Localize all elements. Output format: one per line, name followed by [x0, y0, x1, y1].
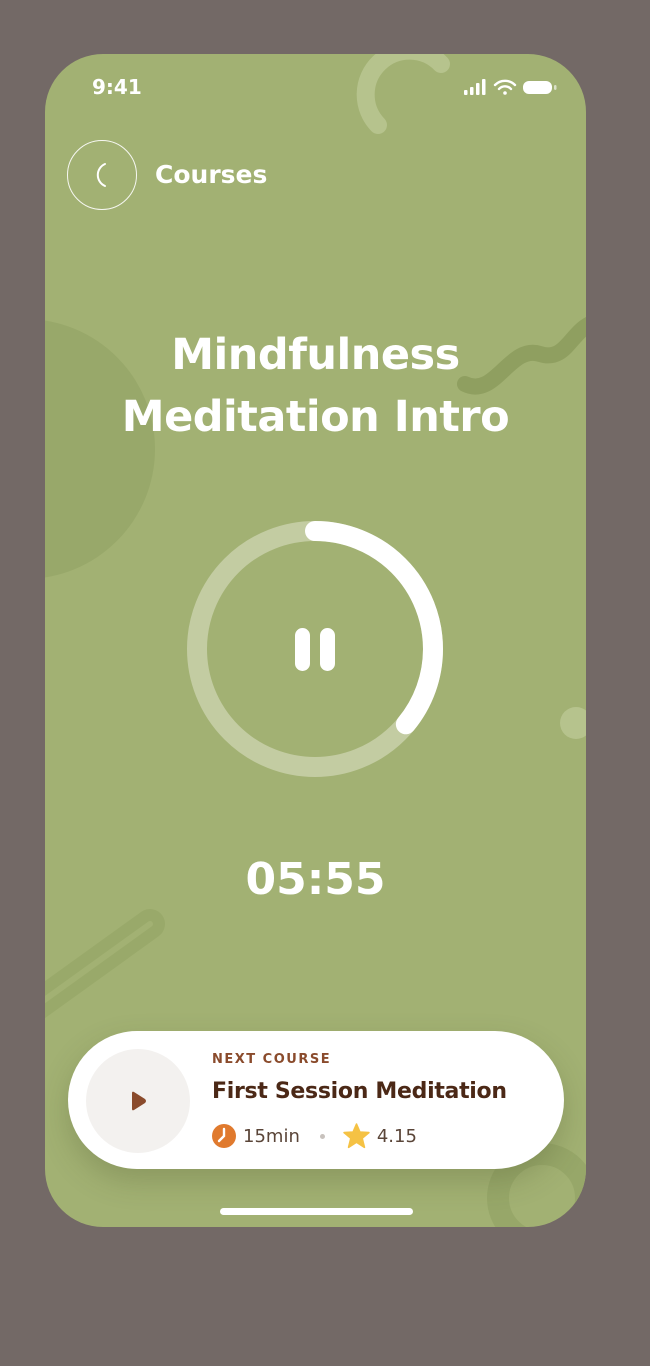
wifi-icon [493, 79, 517, 95]
home-indicator[interactable] [220, 1208, 413, 1215]
next-course-duration: 15min [243, 1125, 300, 1147]
next-course-play-button[interactable] [86, 1049, 190, 1153]
pause-icon [295, 627, 335, 671]
status-icons [464, 78, 564, 102]
cellular-signal-icon [464, 79, 486, 95]
back-label[interactable]: Courses [155, 160, 267, 189]
back-button[interactable] [67, 140, 137, 210]
next-course-rating: 4.15 [376, 1125, 417, 1147]
session-title-line1: Mindfulness [171, 330, 460, 380]
clock-icon [212, 1124, 236, 1148]
next-course-card[interactable]: NEXT COURSE First Session Meditation 15m… [68, 1031, 564, 1169]
next-course-meta: 15min 4.15 [212, 1123, 417, 1149]
meta-separator [319, 1133, 325, 1139]
session-title: Mindfulness Meditation Intro [45, 324, 586, 448]
status-time: 9:41 [92, 75, 142, 99]
star-icon [343, 1123, 370, 1149]
time-remaining: 05:55 [245, 854, 386, 905]
next-course-title: First Session Meditation [212, 1079, 507, 1104]
session-title-line2: Meditation Intro [121, 392, 510, 442]
pause-button[interactable] [273, 607, 357, 691]
chevron-left-icon [96, 163, 106, 187]
status-bar: 9:41 [45, 54, 586, 124]
play-icon [132, 1091, 146, 1111]
phone-screen: 9:41 Courses Mindfulness Meditation Intr… [45, 54, 586, 1227]
next-course-label: NEXT COURSE [212, 1052, 332, 1067]
battery-icon [523, 81, 557, 94]
